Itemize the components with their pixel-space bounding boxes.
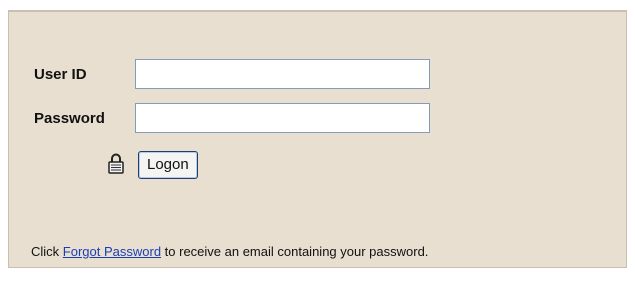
login-panel: User ID Password Logon Click Forgot Pass… (8, 10, 627, 268)
password-label: Password (34, 110, 105, 127)
logon-button[interactable]: Logon (138, 151, 198, 179)
user-id-label: User ID (34, 66, 87, 83)
forgot-password-hint: Click Forgot Password to receive an emai… (31, 244, 428, 259)
footer-prefix: Click (31, 244, 63, 259)
password-input[interactable] (135, 103, 430, 133)
forgot-password-link[interactable]: Forgot Password (63, 244, 161, 259)
user-id-input[interactable] (135, 59, 430, 89)
footer-suffix: to receive an email containing your pass… (161, 244, 429, 259)
lock-icon (107, 152, 125, 174)
